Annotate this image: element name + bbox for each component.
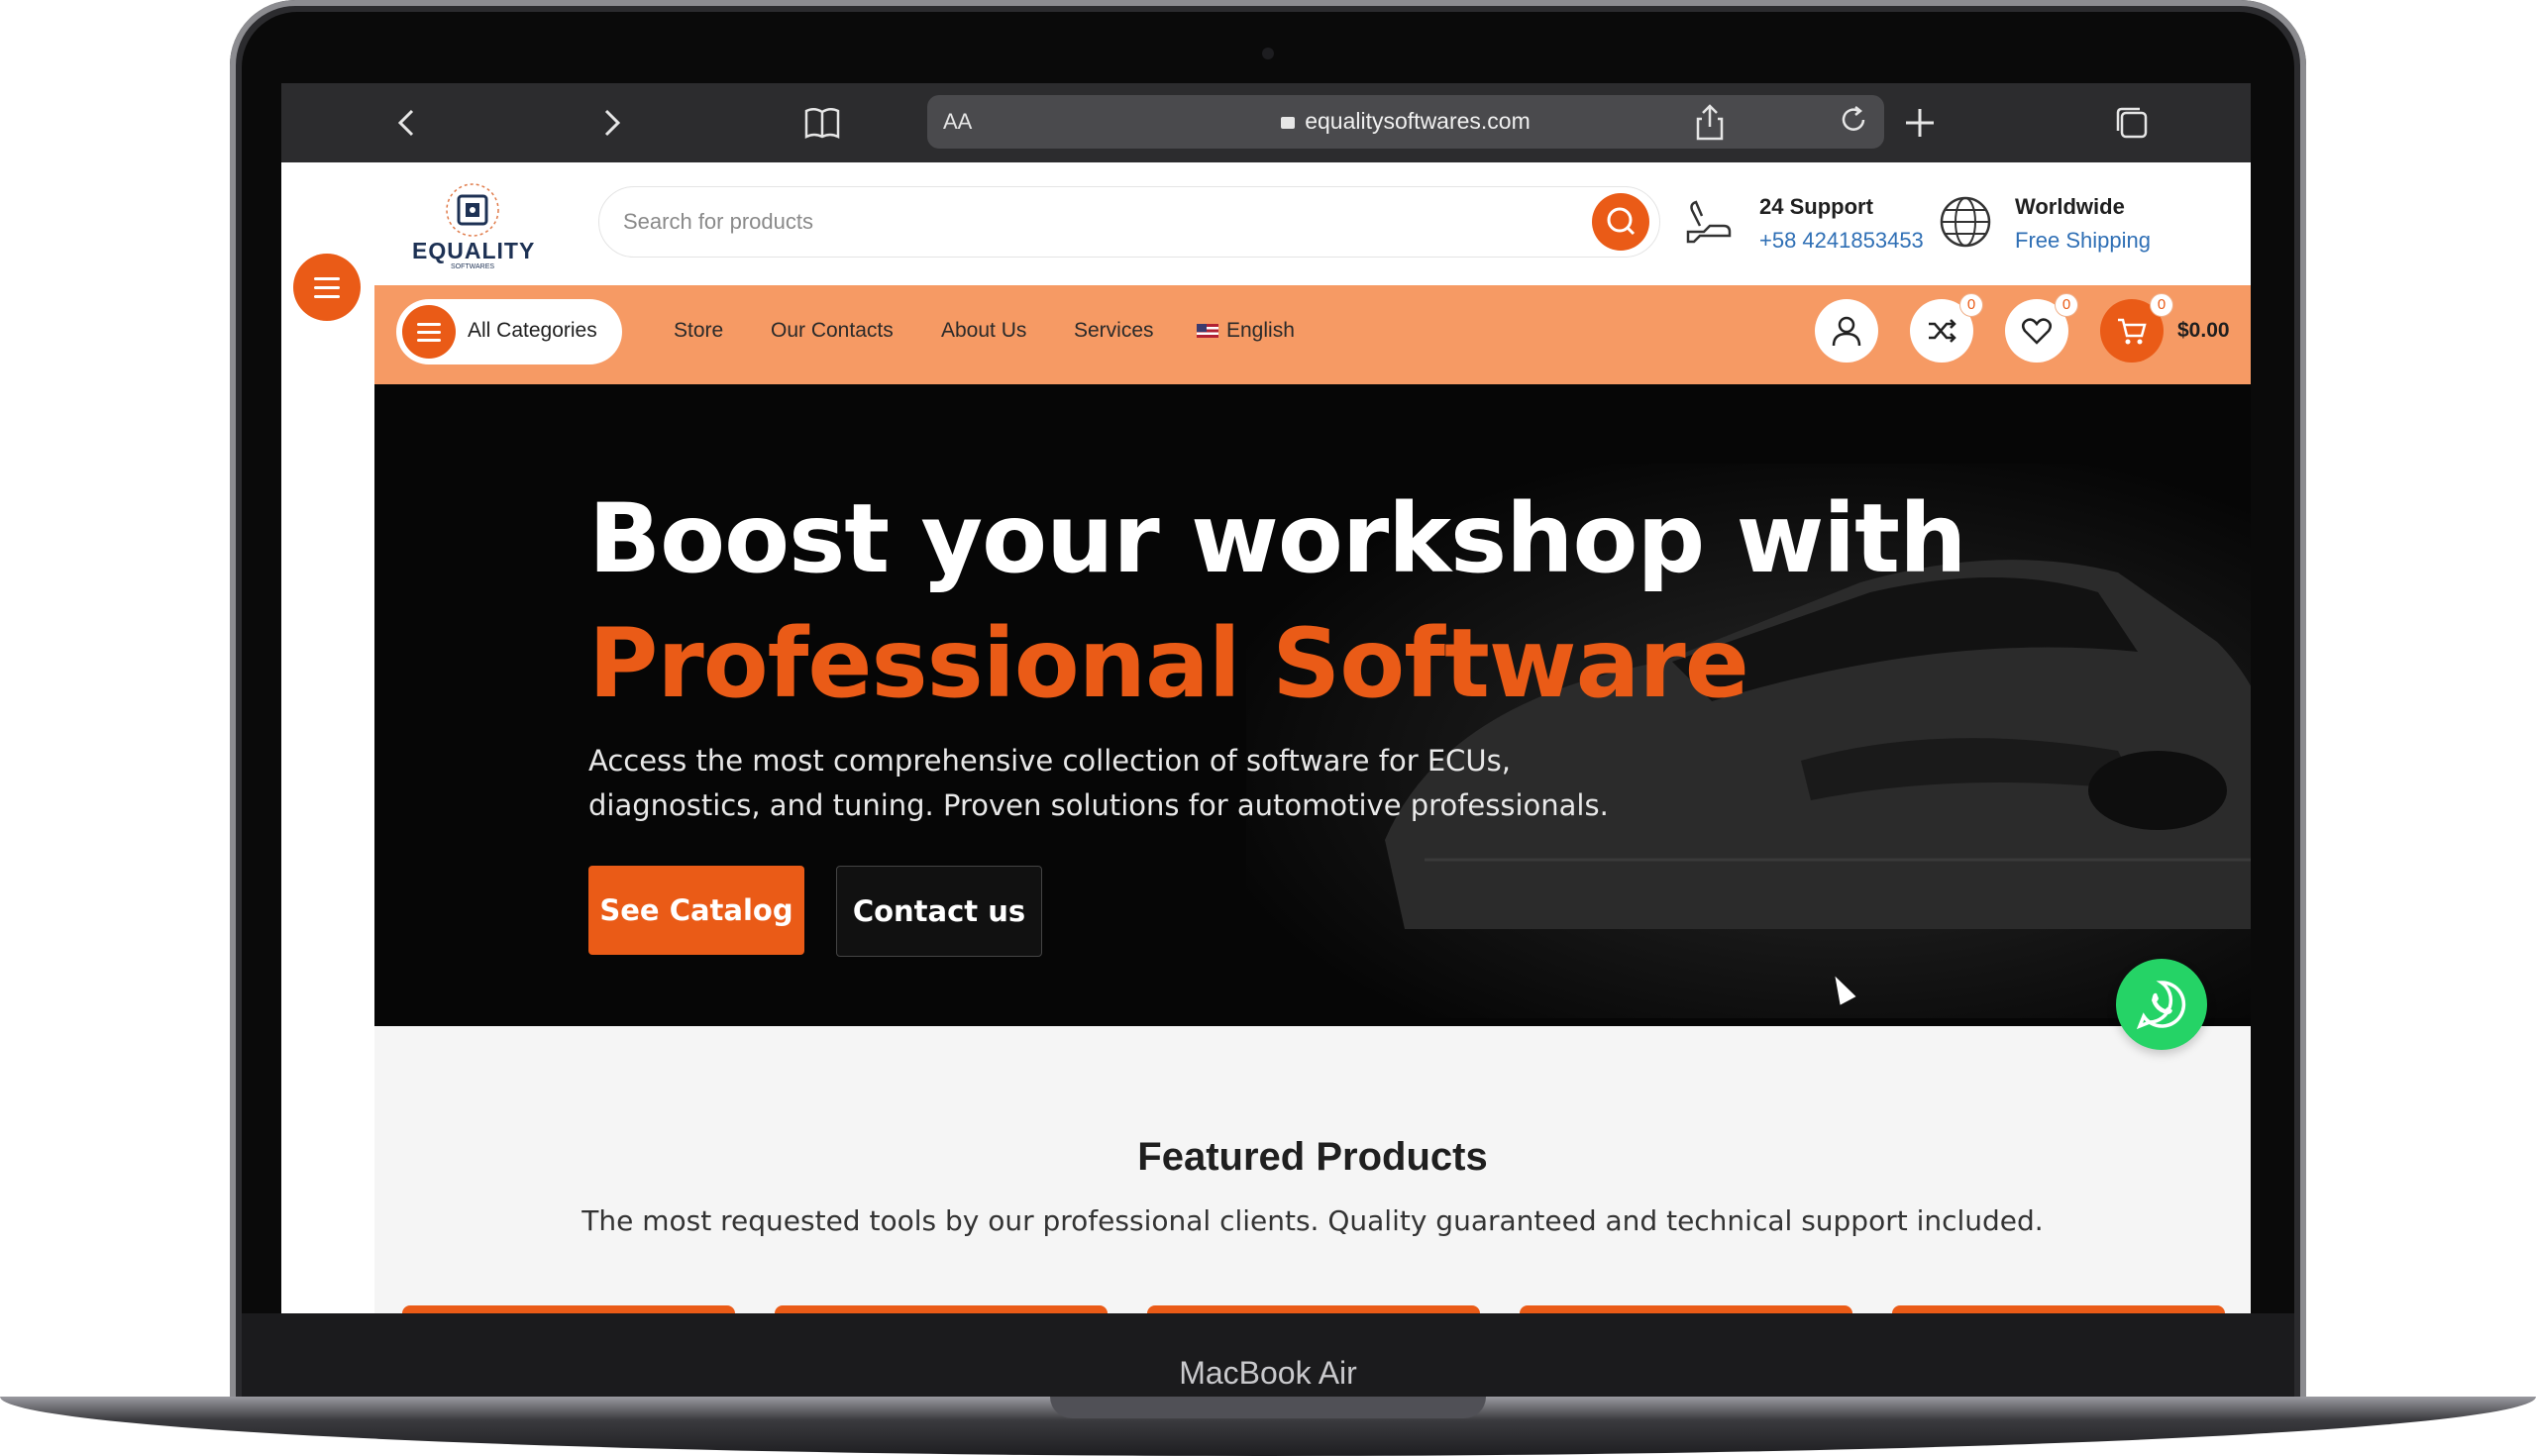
device-label: MacBook Air <box>1179 1355 1357 1391</box>
main-nav: All Categories Store Our Contacts About … <box>374 285 2251 384</box>
url-text: equalitysoftwares.com <box>1305 108 1531 134</box>
lock-icon <box>1281 117 1296 129</box>
compare-count-badge: 0 <box>1959 293 1983 317</box>
featured-title: Featured Products <box>1137 1135 1488 1179</box>
forward-icon[interactable] <box>588 101 632 145</box>
hero-description: Access the most comprehensive collection… <box>588 744 1609 822</box>
nav-link-store[interactable]: Store <box>674 319 723 343</box>
cart-count-badge: 0 <box>2150 293 2173 317</box>
search-button[interactable] <box>1592 193 1649 251</box>
browser-toolbar: AA equalitysoftwares.com <box>281 83 2251 162</box>
us-flag-icon <box>1197 324 1218 338</box>
laptop-hinge-notch <box>1050 1397 1486 1418</box>
product-card[interactable] <box>775 1305 1108 1313</box>
heart-icon <box>2022 318 2052 345</box>
all-categories-button[interactable]: All Categories <box>396 299 622 364</box>
product-card[interactable] <box>1147 1305 1480 1313</box>
support-title: 24 Support <box>1759 194 1873 219</box>
reload-icon[interactable] <box>1837 103 1870 145</box>
nav-link-our-contacts[interactable]: Our Contacts <box>771 319 894 343</box>
website: EQUALITY SOFTWARES Search for products 2… <box>374 162 2251 1313</box>
featured-products-section: Featured Products The most requested too… <box>374 1026 2251 1313</box>
see-catalog-button[interactable]: See Catalog <box>588 866 804 955</box>
user-icon <box>1832 316 1861 347</box>
hero-title-line1: Boost your workshop with <box>588 483 1966 594</box>
site-logo[interactable]: EQUALITY SOFTWARES <box>412 182 536 273</box>
bookmarks-icon[interactable] <box>800 101 844 145</box>
search-icon <box>1607 207 1636 236</box>
contact-us-button[interactable]: Contact us <box>836 866 1042 957</box>
nav-link-services[interactable]: Services <box>1074 319 1154 343</box>
whatsapp-icon <box>2136 981 2186 1030</box>
shipping-title: Worldwide <box>2015 194 2125 219</box>
nav-link-about-us[interactable]: About Us <box>941 319 1026 343</box>
tabs-overview-icon[interactable] <box>2110 101 2154 145</box>
product-card[interactable] <box>1892 1305 2225 1313</box>
stage: AA equalitysoftwares.com EQUALITY SOFTWA… <box>0 0 2536 1456</box>
support-phone-link[interactable]: +58 4241853453 <box>1759 228 1924 254</box>
globe-icon <box>1936 192 1995 252</box>
camera-icon <box>1262 48 1274 59</box>
shipping-subtitle: Free Shipping <box>2015 228 2151 253</box>
logo-text: EQUALITY <box>412 238 536 263</box>
new-tab-icon[interactable] <box>1898 101 1942 145</box>
cart-icon <box>2118 318 2147 345</box>
hero-banner: Boost your workshop with Professional So… <box>374 384 2251 1026</box>
cart-total[interactable]: $0.00 <box>2177 319 2230 343</box>
menu-icon <box>402 305 456 359</box>
screen: AA equalitysoftwares.com EQUALITY SOFTWA… <box>281 83 2251 1313</box>
logo-subtext: SOFTWARES <box>450 263 495 270</box>
product-card[interactable] <box>402 1305 735 1313</box>
shuffle-icon <box>1929 319 1956 343</box>
language-selector[interactable]: English <box>1197 319 1295 343</box>
whatsapp-button[interactable] <box>2116 959 2207 1050</box>
search-input[interactable]: Search for products <box>623 209 813 235</box>
wishlist-count-badge: 0 <box>2055 293 2078 317</box>
side-panel <box>281 162 374 1313</box>
back-icon[interactable] <box>386 101 430 145</box>
url-display: equalitysoftwares.com <box>927 108 1884 135</box>
product-card[interactable] <box>1520 1305 1852 1313</box>
search-bar[interactable]: Search for products <box>598 186 1660 258</box>
support-icon <box>1680 192 1740 252</box>
featured-subtitle: The most requested tools by our professi… <box>581 1204 2044 1237</box>
account-button[interactable] <box>1815 299 1878 363</box>
chip-logo-icon <box>446 183 499 237</box>
side-menu-button[interactable] <box>293 254 361 321</box>
address-bar[interactable]: AA equalitysoftwares.com <box>927 95 1884 149</box>
share-icon[interactable] <box>1688 101 1732 145</box>
hero-title-line2: Professional Software <box>588 608 1749 719</box>
all-categories-label: All Categories <box>468 319 597 342</box>
language-label: English <box>1226 319 1295 342</box>
